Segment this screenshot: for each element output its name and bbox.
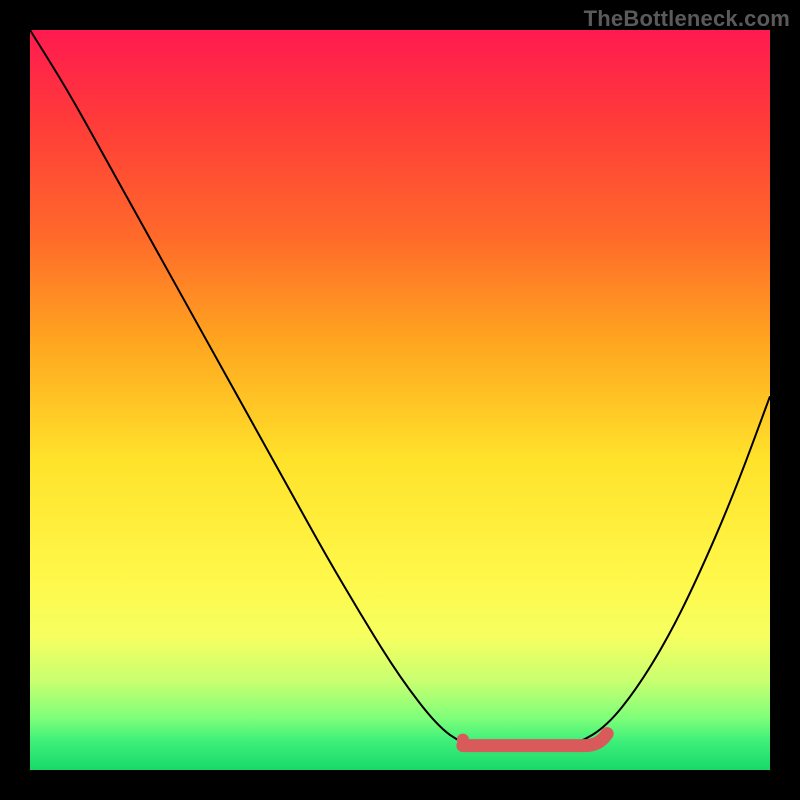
flat-segment xyxy=(463,734,607,746)
bottleneck-curve xyxy=(30,30,770,748)
plot-area xyxy=(30,30,770,770)
watermark-text: TheBottleneck.com xyxy=(584,6,790,32)
flat-segment-start-dot xyxy=(457,734,469,746)
chart-stage: TheBottleneck.com xyxy=(0,0,800,800)
chart-svg xyxy=(30,30,770,770)
